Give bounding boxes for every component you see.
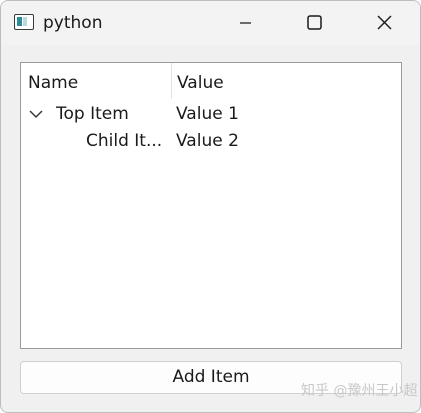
python-app-icon [14, 14, 34, 30]
maximize-button[interactable] [291, 1, 337, 45]
minimize-icon [240, 22, 251, 24]
tree-cell-name: Top Item [56, 104, 129, 124]
tree-cell-name: Child It... [86, 131, 163, 151]
tree-cell-value: Value 1 [176, 104, 239, 124]
tree-row-child-item[interactable]: Child It... Value 2 [21, 128, 401, 154]
minimize-button[interactable] [222, 1, 268, 45]
chevron-down-icon[interactable] [28, 106, 44, 122]
title-bar[interactable]: python [1, 1, 420, 45]
column-header-value[interactable]: Value [177, 72, 224, 94]
window-title: python [43, 13, 103, 33]
tree-row-top-item[interactable]: Top Item Value 1 [21, 101, 401, 127]
tree-header: Name Value [21, 63, 401, 99]
app-window: python Name Value Top Item Value 1 Child… [0, 0, 421, 413]
watermark-text: 知乎 @豫州王小超 [301, 383, 418, 399]
column-divider[interactable] [171, 63, 172, 99]
tree-cell-value: Value 2 [176, 131, 239, 151]
close-button[interactable] [361, 1, 407, 45]
tree-widget[interactable]: Name Value Top Item Value 1 Child It... … [20, 62, 402, 349]
column-header-name[interactable]: Name [28, 72, 78, 94]
close-icon [377, 15, 392, 30]
maximize-icon [307, 15, 322, 30]
